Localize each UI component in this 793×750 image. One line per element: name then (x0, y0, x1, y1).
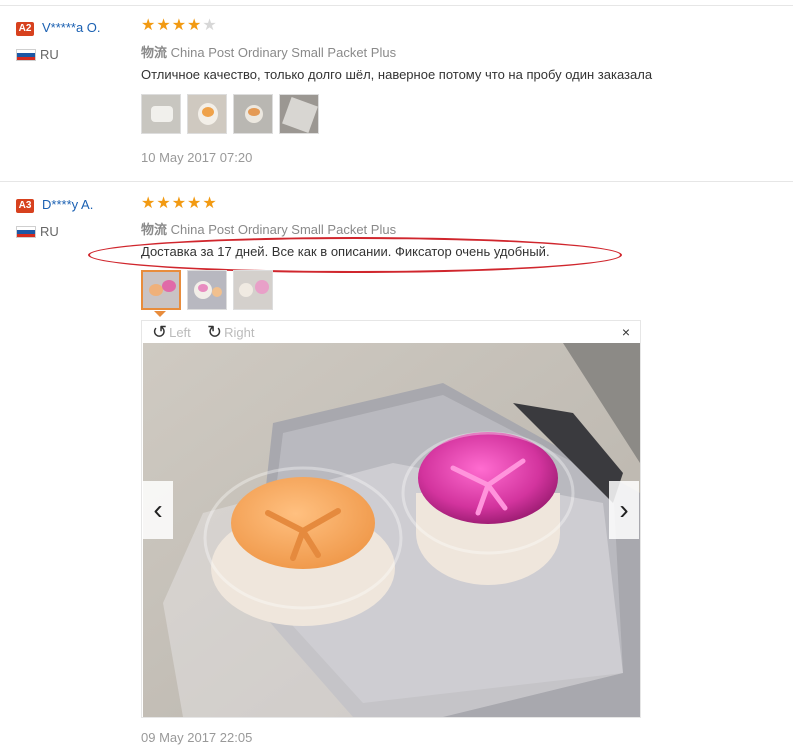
review-photo-thumbnail-selected[interactable] (141, 270, 181, 310)
product-photo-illustration (143, 343, 640, 717)
photo-viewer-toolbar: ↺ Left ↻ Right × (142, 321, 640, 343)
russia-flag-icon (16, 226, 36, 238)
highlight-annotation (88, 237, 622, 273)
divider (0, 5, 793, 6)
review-date: 09 May 2017 22:05 (141, 730, 253, 745)
rotate-right-button[interactable]: ↻ Right (207, 323, 254, 341)
selected-thumbnail-pointer (154, 311, 166, 317)
reviewer-country: RU (40, 47, 59, 62)
chevron-left-icon: ‹ (153, 494, 163, 525)
review-photo-thumbnail[interactable] (233, 94, 273, 134)
russia-flag-icon (16, 49, 36, 61)
review-photos (141, 94, 319, 134)
review-photo-thumbnail[interactable] (141, 94, 181, 134)
rotate-left-label: Left (169, 324, 191, 340)
rotate-right-icon: ↻ (207, 322, 223, 342)
chevron-right-icon: › (619, 494, 629, 525)
star-rating: ★★★★★ (141, 195, 218, 212)
logistics-info: 物流 China Post Ordinary Small Packet Plus (141, 222, 397, 237)
reviewer-name-link[interactable]: V*****a O. (42, 20, 101, 35)
rotate-left-icon: ↺ (152, 322, 168, 342)
reviewer-country: RU (40, 224, 59, 239)
rotate-right-label: Right (224, 324, 255, 340)
user-level-badge: A3 (16, 199, 34, 213)
divider (0, 181, 793, 182)
logistics-info: 物流 China Post Ordinary Small Packet Plus (141, 45, 397, 60)
review-date: 10 May 2017 07:20 (141, 150, 253, 165)
review-photo-thumbnail[interactable] (233, 270, 273, 310)
reviewer-name-link[interactable]: D****y A. (42, 197, 93, 212)
user-level-badge: A2 (16, 22, 34, 36)
review-text: Отличное качество, только долго шёл, нав… (141, 67, 653, 82)
review-photo-thumbnail[interactable] (187, 270, 227, 310)
close-icon[interactable]: × (622, 324, 630, 340)
rotate-left-button[interactable]: ↺ Left (152, 323, 191, 341)
photo-viewer: ↺ Left ↻ Right × ‹ › (141, 320, 641, 718)
review-photos (141, 270, 273, 310)
review-photo-thumbnail[interactable] (279, 94, 319, 134)
prev-photo-button[interactable]: ‹ (143, 481, 173, 539)
next-photo-button[interactable]: › (609, 481, 639, 539)
review-photo-thumbnail[interactable] (187, 94, 227, 134)
review-photo-large (143, 343, 640, 717)
star-rating: ★★★★★ (141, 17, 218, 34)
